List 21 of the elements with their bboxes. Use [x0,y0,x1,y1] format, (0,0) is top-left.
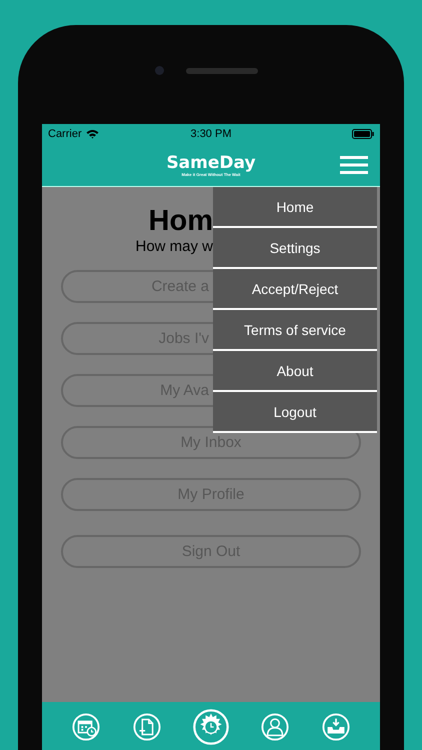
app-logo: SameDay [166,154,256,172]
status-time: 3:30 PM [190,128,232,140]
menu-item[interactable]: Home [213,187,377,226]
wifi-icon [86,129,99,139]
calendar-tab-icon[interactable] [72,713,100,741]
camera-icon [154,66,164,75]
clock-tab-icon[interactable] [192,709,229,745]
battery-icon [352,129,374,139]
menu-item[interactable]: Logout [213,392,377,431]
person-tab-icon[interactable] [261,713,290,741]
document-tab-icon[interactable] [132,713,161,741]
speaker-icon [186,68,258,74]
page-title: Hom [148,204,213,238]
carrier-label: Carrier [48,128,82,140]
inbox-tab-icon[interactable] [322,713,350,741]
menu-item[interactable]: Terms of service [213,310,377,349]
menu-item[interactable]: About [213,351,377,390]
page-subtitle: How may w [135,238,213,256]
menu-icon[interactable] [340,156,368,174]
menu-item[interactable]: Accept/Reject [213,269,377,308]
menu-item[interactable]: Settings [213,228,377,267]
